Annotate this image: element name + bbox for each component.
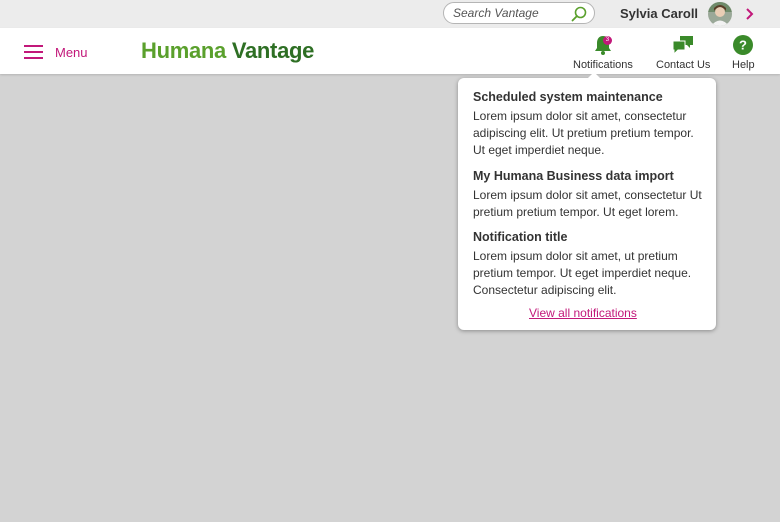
notification-item[interactable]: My Humana Business data import Lorem ips… — [473, 168, 709, 221]
help-label: Help — [732, 59, 755, 71]
user-name[interactable]: Sylvia Caroll — [620, 6, 698, 21]
search-box[interactable] — [443, 2, 595, 24]
humana-vantage-logo[interactable]: Humana Vantage — [141, 38, 314, 64]
contact-us-button[interactable]: Contact Us — [656, 34, 710, 71]
notifications-button[interactable]: 3 Notifications — [573, 34, 633, 71]
chevron-right-icon[interactable] — [745, 7, 755, 21]
logo-vantage: Vantage — [231, 38, 315, 63]
notification-body: Lorem ipsum dolor sit amet, ut pretium p… — [473, 249, 692, 297]
help-button[interactable]: ? Help — [732, 34, 755, 71]
notification-body: Lorem ipsum dolor sit amet, consectetur … — [473, 109, 694, 157]
notification-title: Scheduled system maintenance — [473, 90, 663, 104]
notifications-dropdown: Scheduled system maintenance Lorem ipsum… — [458, 72, 716, 330]
search-input[interactable] — [453, 6, 571, 20]
notification-body: Lorem ipsum dolor sit amet, consectetur … — [473, 188, 702, 219]
menu-label: Menu — [55, 44, 88, 60]
contact-us-label: Contact Us — [656, 59, 711, 71]
view-all-notifications-link[interactable]: View all notifications — [529, 306, 637, 320]
svg-text:?: ? — [739, 38, 747, 53]
avatar[interactable] — [708, 2, 732, 26]
notification-item[interactable]: Scheduled system maintenance Lorem ipsum… — [473, 89, 709, 158]
notification-title: My Humana Business data import — [473, 169, 674, 183]
notification-count-badge: 3 — [602, 36, 612, 45]
chat-bubbles-icon — [672, 36, 694, 56]
top-utility-bar: Sylvia Caroll — [0, 0, 780, 28]
notification-title: Notification title — [473, 230, 568, 244]
help-icon: ? — [733, 35, 754, 55]
search-icon[interactable] — [570, 5, 588, 23]
notifications-icon-wrap: 3 — [593, 34, 613, 59]
notifications-label: Notifications — [573, 59, 633, 71]
notification-item[interactable]: Notification title Lorem ipsum dolor sit… — [473, 229, 709, 298]
main-header: Menu Humana Vantage 3 Notifications Cont… — [0, 28, 780, 74]
hamburger-icon — [24, 45, 43, 59]
menu-button[interactable]: Menu — [24, 42, 88, 62]
logo-humana: Humana — [141, 38, 226, 63]
